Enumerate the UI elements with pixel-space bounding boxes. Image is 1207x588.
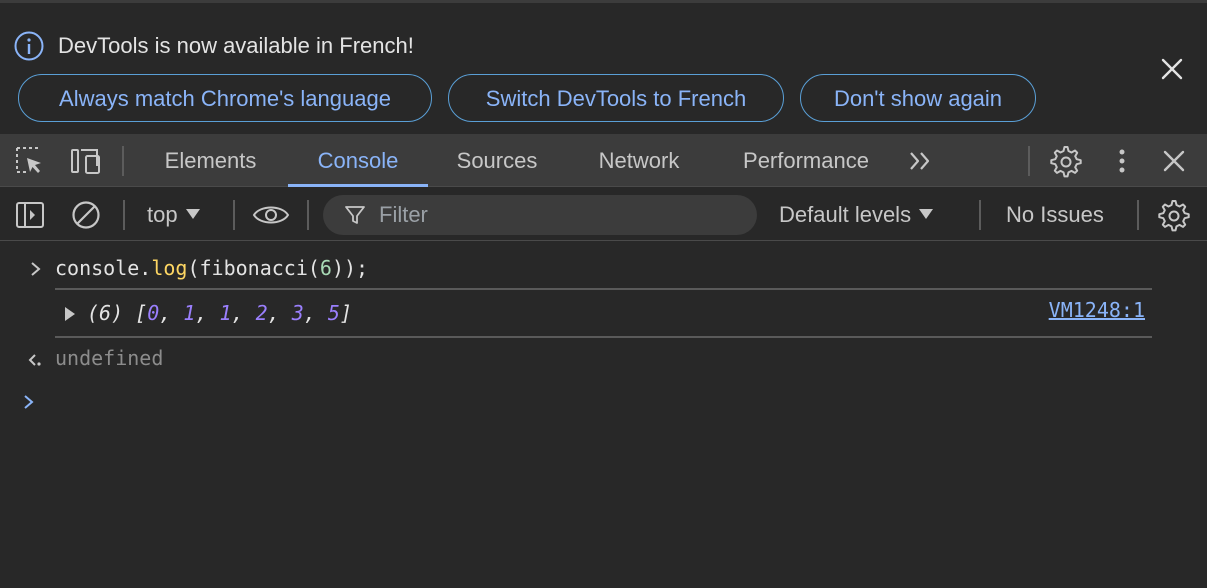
code-object: console (55, 256, 140, 280)
toolbar-divider (123, 200, 125, 230)
chevron-down-icon (919, 209, 934, 220)
dont-show-again-button[interactable]: Don't show again (800, 74, 1036, 122)
filter-box[interactable] (323, 195, 757, 235)
array-open-bracket: [ (135, 301, 148, 325)
chevron-right-icon (31, 262, 41, 276)
sidebar-toggle-icon[interactable] (13, 198, 47, 232)
array-length: (6) (87, 301, 124, 325)
live-expression-eye-icon[interactable] (252, 198, 290, 232)
array-value: 0 (147, 301, 160, 325)
array-value: 2 (255, 301, 268, 325)
clear-console-icon[interactable] (69, 198, 103, 232)
tab-sources[interactable]: Sources (436, 134, 558, 187)
expand-triangle-icon[interactable] (60, 304, 80, 324)
switch-to-french-button[interactable]: Switch DevTools to French (448, 74, 784, 122)
filter-input[interactable] (379, 195, 739, 235)
console-settings-gear-icon[interactable] (1157, 198, 1191, 232)
array-value: 3 (291, 301, 304, 325)
tab-network[interactable]: Network (576, 134, 702, 187)
array-preview[interactable]: (6) [0, 1, 1, 2, 3, 5] (87, 301, 352, 325)
infobar-message: DevTools is now available in French! (58, 33, 414, 58)
array-value: 5 (327, 301, 340, 325)
console-log-entry: (6) [0, 1, 1, 2, 3, 5] VM1248:1 (0, 298, 1207, 329)
more-tabs-icon[interactable] (904, 144, 938, 178)
always-match-language-button[interactable]: Always match Chrome's language (18, 74, 432, 122)
array-close-bracket: ] (339, 301, 353, 325)
toolbar-divider (233, 200, 235, 230)
console-result-entry: undefined (0, 346, 1207, 372)
log-levels-label: Default levels (779, 202, 912, 227)
code-call-close: )); (331, 256, 369, 280)
log-levels-dropdown[interactable]: Default levels (779, 188, 934, 241)
active-tab-indicator (288, 184, 428, 187)
toolbar-divider (1028, 146, 1030, 176)
array-value: 1 (219, 301, 232, 325)
console-toolbar: top Default levels No Issues (0, 188, 1207, 241)
message-divider (55, 288, 1152, 290)
close-devtools-icon[interactable] (1157, 144, 1191, 178)
tab-console[interactable]: Console (288, 134, 428, 187)
filter-funnel-icon (345, 206, 365, 224)
more-options-icon[interactable] (1105, 144, 1139, 178)
inspect-element-icon[interactable] (13, 144, 47, 178)
chevron-down-icon (185, 209, 200, 220)
code-method: log (151, 256, 188, 280)
message-divider (55, 336, 1152, 338)
main-tab-bar: Elements Console Sources Network Perform… (0, 134, 1207, 187)
prompt-chevron-icon (24, 395, 34, 409)
settings-gear-icon[interactable] (1049, 144, 1083, 178)
language-infobar: DevTools is now available in French! Alw… (0, 3, 1207, 133)
close-icon[interactable] (1156, 53, 1188, 85)
array-value: 1 (183, 301, 196, 325)
toolbar-divider (1137, 200, 1139, 230)
result-value: undefined (55, 346, 164, 370)
code-argument: 6 (319, 256, 332, 280)
source-location-link[interactable]: VM1248:1 (1049, 298, 1145, 322)
return-value-arrow-icon (28, 354, 41, 366)
toolbar-divider (979, 200, 981, 230)
tab-performance[interactable]: Performance (720, 134, 892, 187)
issues-counter[interactable]: No Issues (1006, 188, 1104, 241)
toolbar-divider (307, 200, 309, 230)
tab-elements[interactable]: Elements (143, 134, 278, 187)
code-dot: . (139, 256, 152, 280)
console-messages: console.log(fibonacci(6)); (6) [0, 1, 1,… (0, 242, 1207, 588)
context-selector[interactable]: top (147, 188, 200, 241)
code-call-open: (fibonacci( (187, 256, 320, 280)
toolbar-divider (122, 146, 124, 176)
console-prompt[interactable] (0, 390, 1207, 416)
device-toolbar-icon[interactable] (69, 144, 103, 178)
console-input-entry: console.log(fibonacci(6)); (0, 256, 1207, 282)
info-icon (14, 31, 44, 61)
console-input-code: console.log(fibonacci(6)); (55, 256, 368, 280)
context-label: top (147, 202, 178, 227)
